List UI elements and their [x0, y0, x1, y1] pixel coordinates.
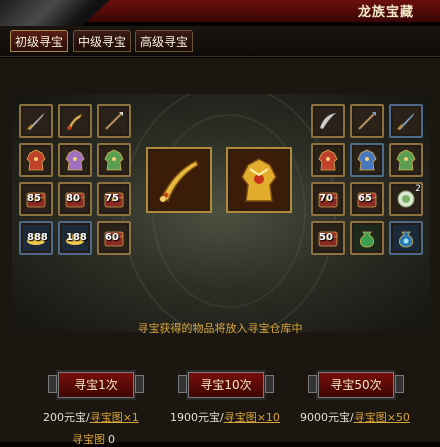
reward-right-slot[interactable]	[350, 221, 384, 255]
purple-armor-icon	[62, 147, 88, 173]
reward-right-slot[interactable]	[311, 104, 345, 138]
reward-right-slot[interactable]: 2	[389, 182, 423, 216]
blue-armor-icon	[354, 147, 380, 173]
treasure-map-link[interactable]: 寻宝图×1	[90, 411, 139, 424]
storage-notice: 寻宝获得的物品将放入寻宝仓库中	[137, 322, 303, 335]
reward-right-slot[interactable]: 70	[311, 182, 345, 216]
treasure-map-count: 寻宝图 0	[72, 431, 115, 447]
title-bar: 龙族宝藏	[0, 0, 440, 30]
reward-right-slot[interactable]	[350, 104, 384, 138]
curved-blade-icon	[315, 108, 341, 134]
blue-sword-icon	[393, 108, 419, 134]
item-count: 80	[66, 193, 80, 204]
treasure-panel: 85 80 75 888 188 60 70 65 2 50 寻宝获得的物品将放入寻宝仓库中 寻…	[0, 58, 440, 446]
reward-left-slot[interactable]: 888	[19, 221, 53, 255]
reward-left-slot[interactable]: 85	[19, 182, 53, 216]
green-armor-icon	[393, 147, 419, 173]
hunt-10-button[interactable]: 寻宝10次	[178, 370, 274, 400]
reward-left-slot[interactable]: 60	[97, 221, 131, 255]
tab-beginner-treasure-hunt[interactable]: 初级寻宝	[10, 30, 69, 52]
cost-text: 1900元宝/	[170, 411, 224, 424]
staff-icon	[354, 108, 380, 134]
reward-right-slot[interactable]	[350, 143, 384, 177]
reward-left-slot[interactable]	[58, 104, 92, 138]
treasure-map-value: 0	[108, 433, 115, 446]
reward-left-slot[interactable]	[19, 104, 53, 138]
price-hunt-1: 200元宝/寻宝图×1	[43, 409, 139, 425]
item-count: 2	[415, 184, 421, 194]
reward-left-slot[interactable]: 188	[58, 221, 92, 255]
sword-icon	[23, 108, 49, 134]
featured-item-armor[interactable]	[226, 147, 292, 213]
reward-left-slot[interactable]: 80	[58, 182, 92, 216]
item-count: 60	[105, 232, 119, 243]
golden-saber-icon	[150, 151, 208, 209]
cost-text: 200元宝/	[43, 411, 90, 424]
item-count: 85	[27, 193, 41, 204]
money-bag-icon	[354, 225, 380, 251]
treasure-map-label: 寻宝图	[72, 433, 105, 446]
spear-icon	[101, 108, 127, 134]
reward-left-slot[interactable]	[97, 143, 131, 177]
item-count: 65	[358, 193, 372, 204]
red-armor-icon	[23, 147, 49, 173]
item-count: 50	[319, 232, 333, 243]
reward-right-slot[interactable]: 65	[350, 182, 384, 216]
reward-right-slot[interactable]	[389, 104, 423, 138]
tab-advanced-treasure-hunt[interactable]: 高级寻宝	[135, 30, 194, 52]
red-armor-icon	[315, 147, 341, 173]
window-title: 龙族宝藏	[357, 5, 414, 20]
tab-bar: 初级寻宝 中级寻宝 高级寻宝	[0, 26, 440, 57]
price-hunt-50: 9000元宝/寻宝图×50	[300, 409, 410, 425]
featured-item-saber[interactable]	[146, 147, 212, 213]
blue-bag-icon	[393, 225, 419, 251]
reward-right-slot[interactable]	[389, 221, 423, 255]
reward-left-slot[interactable]	[58, 143, 92, 177]
reward-right-slot[interactable]	[311, 143, 345, 177]
reward-left-slot[interactable]	[19, 143, 53, 177]
cost-text: 9000元宝/	[300, 411, 354, 424]
reward-right-slot[interactable]	[389, 143, 423, 177]
item-count: 70	[319, 193, 333, 204]
treasure-map-link[interactable]: 寻宝图×10	[224, 411, 280, 424]
treasure-map-link[interactable]: 寻宝图×50	[354, 411, 410, 424]
item-count: 188	[66, 232, 87, 243]
claw-blade-icon	[62, 108, 88, 134]
tab-intermediate-treasure-hunt[interactable]: 中级寻宝	[73, 30, 132, 52]
green-armor-icon	[101, 147, 127, 173]
item-count: 888	[27, 232, 48, 243]
price-hunt-10: 1900元宝/寻宝图×10	[170, 409, 280, 425]
item-count: 75	[105, 193, 119, 204]
hunt-1-button[interactable]: 寻宝1次	[48, 370, 144, 400]
reward-right-slot[interactable]: 50	[311, 221, 345, 255]
reward-left-slot[interactable]: 75	[97, 182, 131, 216]
reward-left-slot[interactable]	[97, 104, 131, 138]
golden-armor-icon	[230, 151, 288, 209]
hunt-50-button[interactable]: 寻宝50次	[308, 370, 404, 400]
